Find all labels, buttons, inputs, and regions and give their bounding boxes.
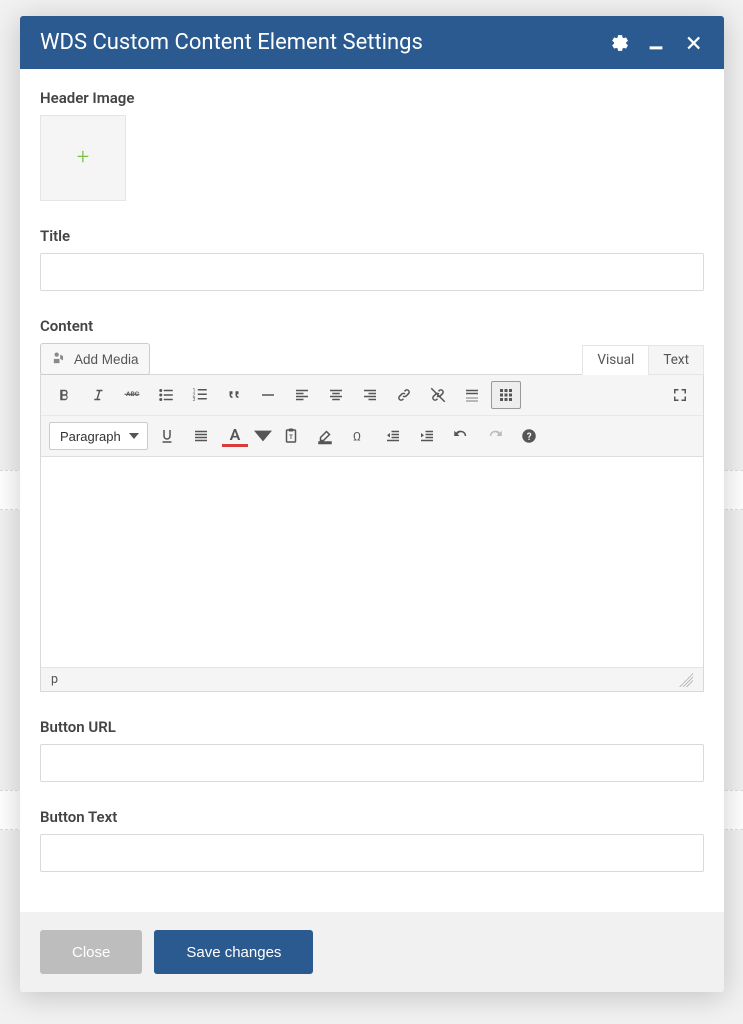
insert-more-icon[interactable]: [457, 381, 487, 409]
modal-header-icons: [608, 33, 704, 53]
clear-formatting-icon[interactable]: [310, 422, 340, 450]
add-media-button[interactable]: Add Media: [40, 343, 150, 375]
horizontal-rule-icon[interactable]: [253, 381, 283, 409]
button-url-label: Button URL: [40, 718, 704, 736]
justify-icon[interactable]: [186, 422, 216, 450]
minimize-icon[interactable]: [646, 33, 666, 53]
header-image-section: Header Image +: [40, 89, 704, 201]
modal-header: WDS Custom Content Element Settings: [20, 16, 724, 69]
content-section: Content Add Media Visual Text ABC: [40, 317, 704, 692]
add-media-label: Add Media: [74, 352, 139, 367]
modal-title: WDS Custom Content Element Settings: [40, 30, 423, 55]
outdent-icon[interactable]: [378, 422, 408, 450]
text-color-icon[interactable]: A: [220, 422, 250, 450]
undo-icon[interactable]: [446, 422, 476, 450]
editor-status-bar: p: [41, 667, 703, 691]
plus-icon: +: [77, 147, 89, 169]
tab-text[interactable]: Text: [648, 345, 704, 375]
text-color-letter: A: [222, 425, 248, 447]
gear-icon[interactable]: [608, 33, 628, 53]
svg-text:T: T: [289, 434, 293, 441]
bulleted-list-icon[interactable]: [151, 381, 181, 409]
fullscreen-icon[interactable]: [665, 381, 695, 409]
tab-visual[interactable]: Visual: [582, 345, 649, 375]
special-character-icon[interactable]: Ω: [344, 422, 374, 450]
paste-text-icon[interactable]: T: [276, 422, 306, 450]
button-url-input[interactable]: [40, 744, 704, 782]
button-text-label: Button Text: [40, 808, 704, 826]
close-button[interactable]: Close: [40, 930, 142, 974]
settings-modal: WDS Custom Content Element Settings Head…: [20, 16, 724, 992]
resize-grip-icon[interactable]: [679, 673, 693, 687]
title-input[interactable]: [40, 253, 704, 291]
indent-icon[interactable]: [412, 422, 442, 450]
editor-topbar: Add Media Visual Text: [40, 343, 704, 375]
close-icon[interactable]: [684, 33, 704, 53]
bold-icon[interactable]: [49, 381, 79, 409]
redo-icon[interactable]: [480, 422, 510, 450]
title-section: Title: [40, 227, 704, 291]
unlink-icon[interactable]: [423, 381, 453, 409]
button-text-section: Button Text: [40, 808, 704, 872]
editor-toolbar-row1: ABC 123: [41, 375, 703, 416]
content-label: Content: [40, 317, 704, 335]
link-icon[interactable]: [389, 381, 419, 409]
blockquote-icon[interactable]: [219, 381, 249, 409]
save-changes-button[interactable]: Save changes: [154, 930, 313, 974]
svg-text:?: ?: [527, 432, 532, 443]
header-image-upload[interactable]: +: [40, 115, 126, 201]
content-editor[interactable]: [41, 457, 703, 667]
svg-text:3: 3: [193, 397, 196, 403]
align-left-icon[interactable]: [287, 381, 317, 409]
help-icon[interactable]: ?: [514, 422, 544, 450]
strikethrough-icon[interactable]: ABC: [117, 381, 147, 409]
editor-toolbar-row2: Paragraph A T Ω ?: [41, 416, 703, 457]
editor-tabs: Visual Text: [583, 345, 704, 375]
underline-icon[interactable]: [152, 422, 182, 450]
svg-text:Ω: Ω: [353, 430, 361, 444]
text-color-picker-icon[interactable]: [254, 422, 272, 450]
numbered-list-icon[interactable]: 123: [185, 381, 215, 409]
editor-path: p: [51, 672, 58, 687]
title-label: Title: [40, 227, 704, 245]
modal-body: Header Image + Title Content Add Media V…: [20, 69, 724, 912]
editor-wrap: ABC 123 Paragraph: [40, 374, 704, 692]
align-center-icon[interactable]: [321, 381, 351, 409]
italic-icon[interactable]: [83, 381, 113, 409]
button-text-input[interactable]: [40, 834, 704, 872]
header-image-label: Header Image: [40, 89, 704, 107]
toolbar-toggle-icon[interactable]: [491, 381, 521, 409]
format-select[interactable]: Paragraph: [49, 422, 148, 450]
modal-footer: Close Save changes: [20, 912, 724, 992]
button-url-section: Button URL: [40, 718, 704, 782]
align-right-icon[interactable]: [355, 381, 385, 409]
media-icon: [51, 349, 68, 369]
